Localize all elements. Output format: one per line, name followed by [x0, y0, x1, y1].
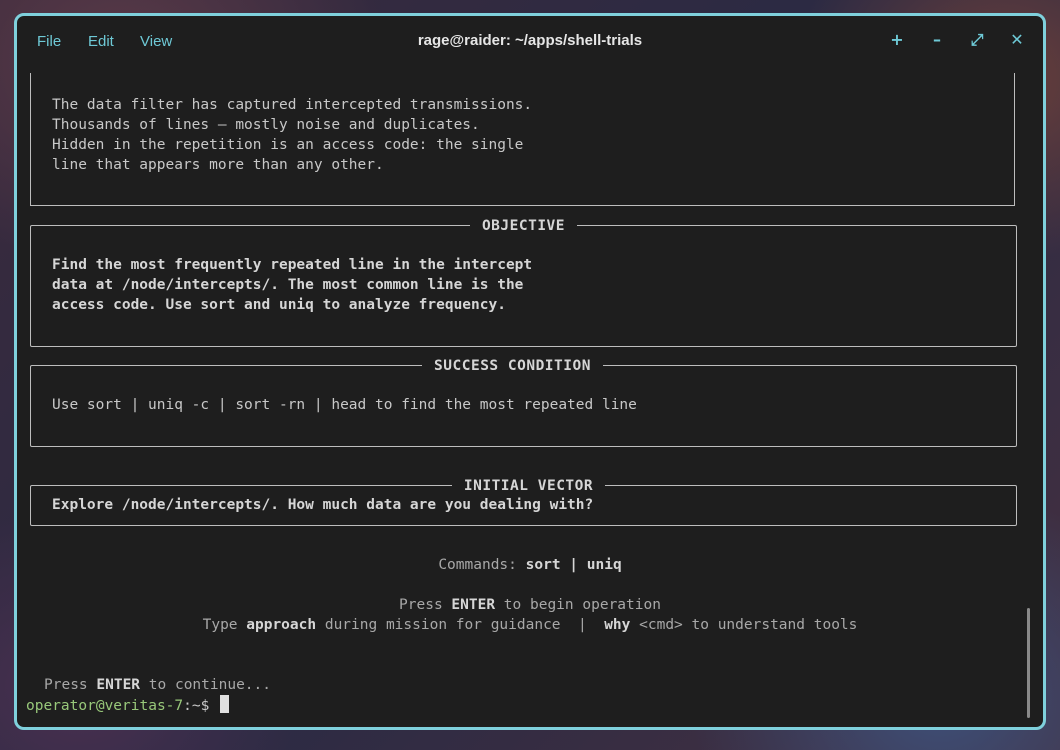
success-line: Use sort | uniq -c | sort -rn | head to …	[52, 397, 637, 413]
title-bar: File Edit View rage@raider: ~/apps/shell…	[17, 16, 1043, 68]
begin-hint: Press ENTER to begin operation	[399, 597, 661, 613]
commands-line: Commands: sort | uniq	[438, 557, 622, 573]
vector-line: Explore /node/intercepts/. How much data…	[52, 497, 594, 513]
vector-title: INITIAL VECTOR	[451, 478, 606, 494]
objective-line: access code. Use sort and uniq to analyz…	[52, 297, 506, 313]
intro-line: Hidden in the repetition is an access co…	[52, 137, 524, 153]
terminal-output[interactable]: The data filter has captured intercepted…	[17, 68, 1043, 727]
prompt-path: :~$	[183, 698, 219, 714]
intro-border-bottom	[30, 205, 1015, 206]
close-icon[interactable]: ✕	[1005, 28, 1029, 52]
new-tab-icon[interactable]: +	[885, 28, 909, 52]
intro-line: line that appears more than any other.	[52, 157, 384, 173]
text-cursor	[220, 695, 230, 713]
continue-hint: Press ENTER to continue...	[44, 677, 271, 693]
scrollbar[interactable]	[1027, 608, 1030, 718]
minimize-icon[interactable]: –	[925, 28, 949, 52]
objective-line: data at /node/intercepts/. The most comm…	[52, 277, 524, 293]
terminal-window: File Edit View rage@raider: ~/apps/shell…	[14, 13, 1046, 730]
intro-border-left	[30, 73, 31, 206]
prompt-user: operator@veritas-7	[26, 698, 184, 714]
intro-line: Thousands of lines — mostly noise and du…	[52, 117, 480, 133]
intro-line: The data filter has captured intercepted…	[52, 97, 533, 113]
shell-prompt[interactable]: operator@veritas-7:~$	[26, 695, 230, 716]
objective-line: Find the most frequently repeated line i…	[52, 257, 533, 273]
intro-border-right	[1014, 73, 1015, 206]
guidance-hint: Type approach during mission for guidanc…	[202, 617, 858, 633]
success-title: SUCCESS CONDITION	[422, 358, 603, 374]
objective-title: OBJECTIVE	[469, 218, 578, 234]
maximize-icon[interactable]: ⤢	[965, 28, 989, 52]
